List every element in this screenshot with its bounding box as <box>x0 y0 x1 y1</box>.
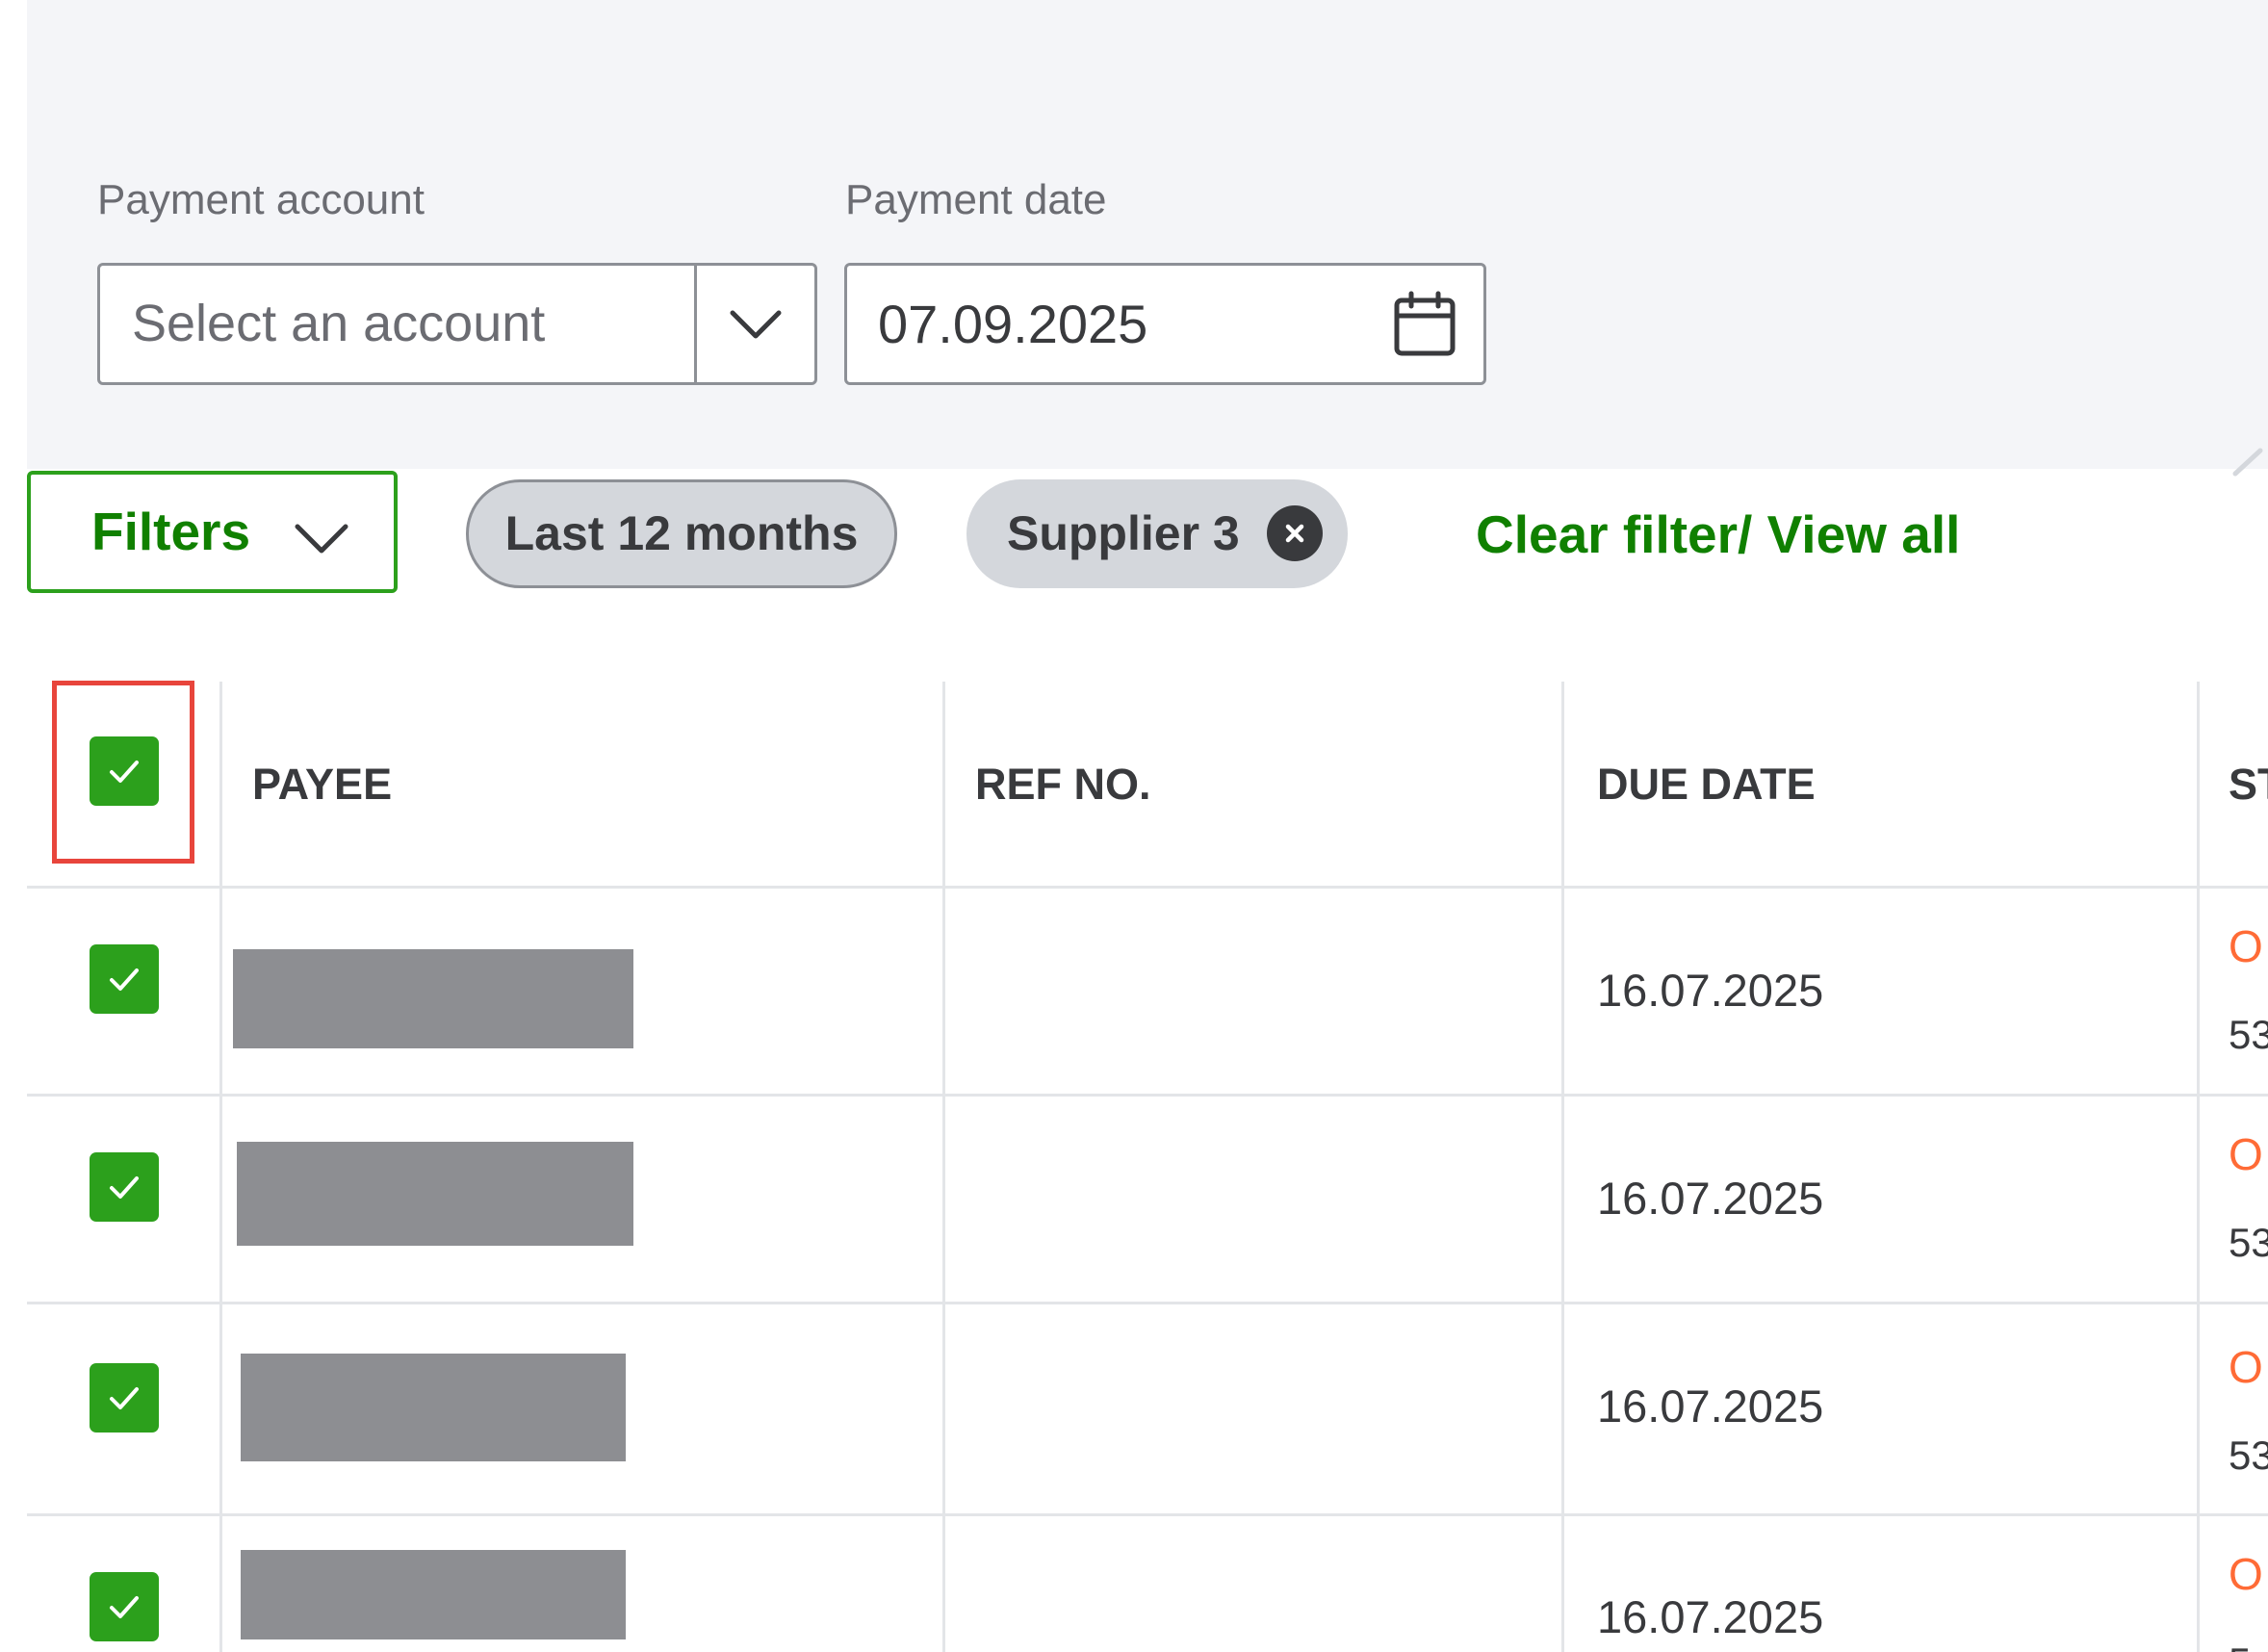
table-row-divider <box>27 1302 2268 1304</box>
filter-chip-label: Supplier 3 <box>1007 506 1240 560</box>
status-subtext: 53 <box>2229 1012 2268 1057</box>
chevron-down-icon[interactable] <box>697 266 814 382</box>
filters-button-label: Filters <box>91 502 251 561</box>
table-column-divider <box>1561 682 1564 1652</box>
payment-options-panel <box>27 0 2268 469</box>
filters-button[interactable]: Filters <box>27 471 398 593</box>
chevron-down-icon <box>288 503 355 571</box>
status-cell: O 5 <box>2229 1545 2268 1652</box>
payment-date-value: 07.09.2025 <box>878 294 1148 354</box>
payment-account-placeholder: Select an account <box>132 295 546 352</box>
row-checkbox[interactable] <box>90 944 159 1014</box>
status-label: O <box>2229 1129 2263 1179</box>
calendar-icon[interactable] <box>1391 291 1458 358</box>
status-subtext: 53 <box>2229 1433 2268 1478</box>
checkmark-icon <box>110 1176 139 1199</box>
redacted-payee <box>241 1354 626 1461</box>
table-column-divider <box>219 682 222 1652</box>
payment-account-select[interactable]: Select an account <box>97 263 817 385</box>
row-checkbox[interactable] <box>90 1572 159 1641</box>
filter-chip-date-range[interactable]: Last 12 months <box>466 479 897 588</box>
checkmark-icon <box>110 968 139 991</box>
collapse-arrow-icon[interactable] <box>2231 441 2268 499</box>
select-all-highlight <box>52 681 194 864</box>
table-row-divider <box>27 1094 2268 1097</box>
filter-chip-supplier[interactable]: Supplier 3 <box>966 479 1348 588</box>
status-cell: O 53 <box>2229 917 2268 1071</box>
payment-date-field[interactable]: 07.09.2025 <box>844 263 1486 385</box>
status-label: O <box>2229 921 2263 971</box>
redacted-payee <box>233 949 633 1048</box>
row-checkbox[interactable] <box>90 1363 159 1433</box>
redacted-payee <box>237 1142 633 1246</box>
checkmark-icon <box>110 1596 139 1618</box>
due-date-cell: 16.07.2025 <box>1597 1381 1824 1432</box>
filter-chip-label: Last 12 months <box>504 506 859 560</box>
status-subtext: 5 <box>2229 1634 2251 1652</box>
payment-date-label: Payment date <box>845 176 1107 223</box>
due-date-cell: 16.07.2025 <box>1597 965 1824 1016</box>
column-header-due-date[interactable]: DUE DATE <box>1597 682 1816 887</box>
status-label: O <box>2229 1549 2263 1599</box>
status-subtext: 53 <box>2229 1220 2268 1265</box>
column-header-ref-no[interactable]: REF NO. <box>975 682 1151 887</box>
row-checkbox[interactable] <box>90 1152 159 1222</box>
status-cell: O 53 <box>2229 1125 2268 1279</box>
redacted-payee <box>241 1550 626 1639</box>
clear-filter-link[interactable]: Clear filter/ View all <box>1476 491 1960 578</box>
column-header-payee[interactable]: PAYEE <box>252 682 392 887</box>
due-date-cell: 16.07.2025 <box>1597 1173 1824 1224</box>
checkmark-icon <box>110 1387 139 1409</box>
table-column-divider <box>942 682 945 1652</box>
payment-account-label: Payment account <box>97 176 425 223</box>
status-cell: O 53 <box>2229 1338 2268 1492</box>
table-column-divider <box>2197 682 2200 1652</box>
due-date-cell: 16.07.2025 <box>1597 1591 1824 1642</box>
column-header-status[interactable]: ST <box>2229 682 2268 887</box>
table-row-divider <box>27 1513 2268 1516</box>
column-header-status-label: ST <box>2229 760 2268 809</box>
status-label: O <box>2229 1342 2263 1392</box>
close-circle-icon[interactable] <box>1267 505 1323 561</box>
